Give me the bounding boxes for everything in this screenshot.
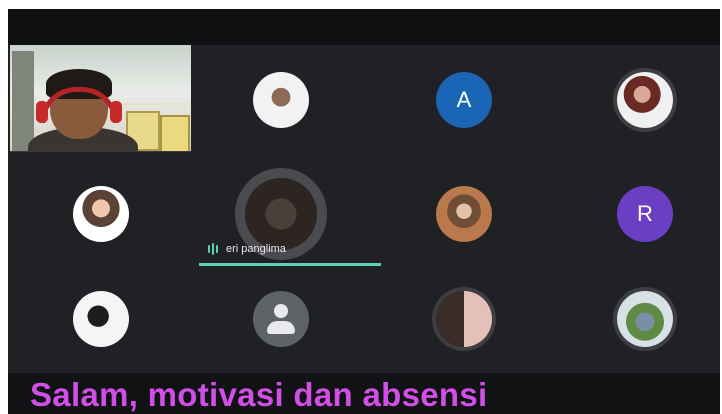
participant-avatar: A — [436, 71, 492, 128]
participant-grid: A R — [8, 45, 720, 373]
participant-tile[interactable] — [375, 264, 553, 373]
participant-tile[interactable] — [192, 264, 370, 373]
caption-text: Salam, motivasi dan absensi — [30, 376, 488, 413]
speaking-indicator-icon — [208, 243, 218, 255]
top-bar — [8, 9, 720, 45]
self-video-tile[interactable] — [10, 45, 191, 152]
active-speaker-name: eri panglima — [226, 243, 286, 255]
participant-avatar — [436, 185, 492, 242]
participant-avatar — [617, 290, 673, 347]
participant-avatar: R — [617, 185, 673, 242]
participant-tile[interactable] — [375, 159, 553, 268]
participant-avatar — [253, 71, 309, 128]
caption-banner: Salam, motivasi dan absensi — [8, 373, 720, 414]
avatar-letter: A — [456, 86, 472, 112]
participant-tile[interactable] — [12, 264, 190, 373]
person-icon — [253, 290, 309, 347]
participant-tile[interactable]: A — [375, 45, 553, 154]
background-detail — [12, 51, 34, 151]
speaker-highlight-bar — [199, 263, 381, 266]
participant-avatar — [245, 177, 317, 250]
participant-avatar — [73, 185, 129, 242]
participant-tile[interactable] — [12, 159, 190, 268]
participant-avatar — [617, 71, 673, 128]
participant-tile[interactable] — [556, 45, 720, 154]
participant-tile[interactable] — [192, 45, 370, 154]
person-icon-head — [274, 303, 288, 318]
person-icon-body — [267, 320, 295, 334]
active-speaker-label: eri panglima — [208, 243, 286, 255]
participant-tile[interactable] — [556, 264, 720, 373]
participant-avatar — [436, 290, 492, 347]
headset-figure — [110, 101, 122, 123]
avatar-letter: R — [637, 200, 653, 226]
meeting-window: A R eri panglima Salam, motivasi dan abs… — [8, 9, 720, 414]
participant-avatar — [73, 290, 129, 347]
background-detail — [160, 115, 190, 151]
headset-figure — [36, 101, 48, 123]
participant-tile[interactable]: R — [556, 159, 720, 268]
